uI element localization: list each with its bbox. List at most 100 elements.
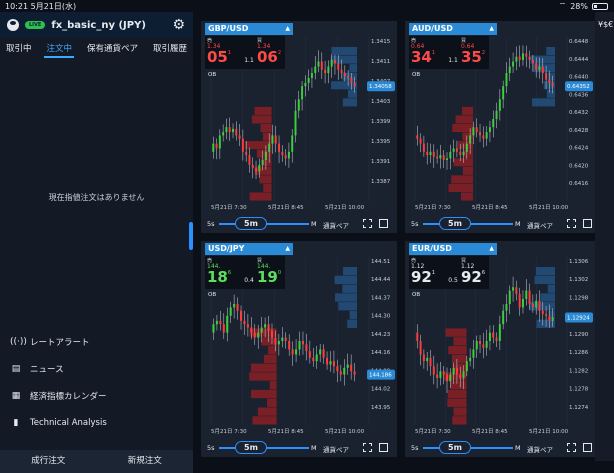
orderbook-bar <box>343 267 357 276</box>
pair-title[interactable]: EUR/USD ▲ <box>409 243 497 255</box>
candle-body <box>319 349 322 355</box>
x-tick-label: 5月21日 10:00 <box>529 429 569 435</box>
timeframe-button[interactable]: 5m <box>439 217 471 230</box>
ask-price[interactable]: 買 144. 190 <box>257 257 293 287</box>
chart-panel-audusd[interactable]: 0.6448 0.6444 0.6440 0.6436 0.6432 0.6428 0.64… <box>405 21 595 233</box>
orderbook-bar <box>262 132 272 141</box>
candle-body <box>446 374 449 382</box>
candle-body <box>512 287 515 291</box>
pair-select-button[interactable]: 通貨ペア <box>323 220 349 230</box>
candle-body <box>212 324 215 333</box>
menu-item-technical-analysis[interactable]: ▮ Technical Analysis <box>0 409 193 436</box>
tab-orders[interactable]: 注文中 <box>44 40 74 58</box>
candle-body <box>495 110 498 119</box>
candle-body <box>492 119 495 128</box>
tab-history[interactable]: 取引履歴 <box>151 40 189 58</box>
bid-price[interactable]: 売 144. 186 <box>207 257 243 287</box>
candle-body <box>315 354 318 362</box>
candle-body <box>528 56 531 60</box>
candle-body <box>472 349 475 358</box>
bid-price[interactable]: 売 1.12 921 <box>411 257 447 287</box>
candle-body <box>436 374 439 378</box>
bid-price[interactable]: 売 1.34 051 <box>207 37 243 67</box>
quote-box[interactable]: 売 1.34 051 1.1 買 1.34 062 <box>205 36 285 69</box>
current-price-label: 144.186 <box>369 373 392 379</box>
candle-body <box>258 164 261 172</box>
spread-value: 0.5 <box>448 277 458 284</box>
quote-box[interactable]: 売 1.12 921 0.5 買 1.12 926 <box>409 256 489 289</box>
ask-price[interactable]: 買 1.12 926 <box>461 257 497 287</box>
candle-body <box>336 366 339 372</box>
account-name[interactable]: fx_basic_ny (JPY) <box>51 20 146 31</box>
pair-title[interactable]: AUD/USD ▲ <box>409 23 497 35</box>
chart-panel-gbpusd[interactable]: 1.34151.34111.34071.34031.33991.33951.33… <box>201 21 397 233</box>
candle-body <box>264 151 267 160</box>
orderbook-bar <box>450 381 467 390</box>
quote-box[interactable]: 売 144. 186 0.4 買 144. 190 <box>205 256 285 289</box>
orderbook-bar <box>331 47 357 56</box>
fullscreen-icon[interactable] <box>379 219 388 228</box>
quote-box[interactable]: 売 0.64 341 1.1 買 0.64 352 <box>409 36 489 69</box>
select-area-icon[interactable] <box>567 443 576 452</box>
orderbook-bar <box>349 64 357 73</box>
pair-select-button[interactable]: 通貨ペア <box>527 220 553 230</box>
tab-positions[interactable]: 取引中 <box>4 40 34 58</box>
gear-icon[interactable]: ⚙ <box>172 17 185 33</box>
ask-price[interactable]: 買 1.34 062 <box>257 37 293 67</box>
new-order-button[interactable]: 新規注文 <box>97 450 194 473</box>
candle-body <box>317 61 320 67</box>
timeframe-button[interactable]: 5m <box>439 441 471 454</box>
orderbook-bar <box>249 372 277 381</box>
timeframe-button[interactable]: 5m <box>235 217 267 230</box>
chart-panel-eurusd[interactable]: 1.13061.13021.12981.12941.12901.12861.12… <box>405 241 595 457</box>
y-tick-label: 1.3387 <box>371 179 391 185</box>
timeframe-min-label: 5s <box>207 444 215 452</box>
candle-body <box>274 337 277 345</box>
y-tick-label: 0.6440 <box>569 75 589 81</box>
pair-select-button[interactable]: 通貨ペア <box>527 444 553 454</box>
orderbook-bar <box>448 183 474 192</box>
candle-body <box>307 78 310 83</box>
market-order-button[interactable]: 成行注文 <box>0 450 97 473</box>
select-area-icon[interactable] <box>567 219 576 228</box>
user-icon[interactable] <box>7 19 19 31</box>
y-tick-label: 1.1278 <box>569 387 589 393</box>
select-area-icon[interactable] <box>363 219 372 228</box>
order-tabs: 取引中 注文中 保有通貨ペア 取引履歴 <box>0 40 193 58</box>
currency-switch[interactable]: ¥$€ <box>598 20 613 29</box>
pair-title[interactable]: USD/JPY ▲ <box>205 243 293 255</box>
pair-title[interactable]: GBP/USD ▲ <box>205 23 293 35</box>
candle-body <box>525 290 528 299</box>
bid-big-figure: 34 <box>411 48 432 66</box>
menu-item-rate-alert[interactable]: ((·)) レートアラート <box>0 328 193 355</box>
candle-body <box>545 73 548 80</box>
candle-body <box>284 337 287 341</box>
candle-body <box>416 332 419 341</box>
ask-price[interactable]: 買 0.64 352 <box>461 37 497 67</box>
menu-item-news[interactable]: ▤ ニュース <box>0 355 193 382</box>
chart-panel-usdjpy[interactable]: 144.51 144.44 144.37 144.30 144.23 144.16 144.… <box>201 241 397 457</box>
menu-item-calendar[interactable]: ▦ 経済指標カレンダー <box>0 382 193 409</box>
orderbook-bar <box>342 284 357 293</box>
timeframe-max-label: M <box>311 220 317 228</box>
candle-body <box>538 300 541 311</box>
candle-body <box>469 357 472 362</box>
candle-body <box>485 341 488 348</box>
candle-body <box>485 132 488 139</box>
pair-select-button[interactable]: 通貨ペア <box>323 444 349 454</box>
fullscreen-icon[interactable] <box>583 443 592 452</box>
fullscreen-icon[interactable] <box>379 443 388 452</box>
panel-resize-handle[interactable] <box>189 222 193 250</box>
timeframe-button[interactable]: 5m <box>235 441 267 454</box>
candle-body <box>419 341 422 355</box>
select-area-icon[interactable] <box>363 443 372 452</box>
orderbook-bar <box>263 354 277 364</box>
candle-body <box>518 56 521 60</box>
fullscreen-icon[interactable] <box>583 219 592 228</box>
candle-body <box>215 320 218 325</box>
bid-price[interactable]: 売 0.64 341 <box>411 37 447 67</box>
candle-body <box>495 337 498 341</box>
y-tick-label: 1.1306 <box>569 259 589 265</box>
pair-name: EUR/USD <box>412 244 452 253</box>
tab-holdings[interactable]: 保有通貨ペア <box>85 40 140 58</box>
